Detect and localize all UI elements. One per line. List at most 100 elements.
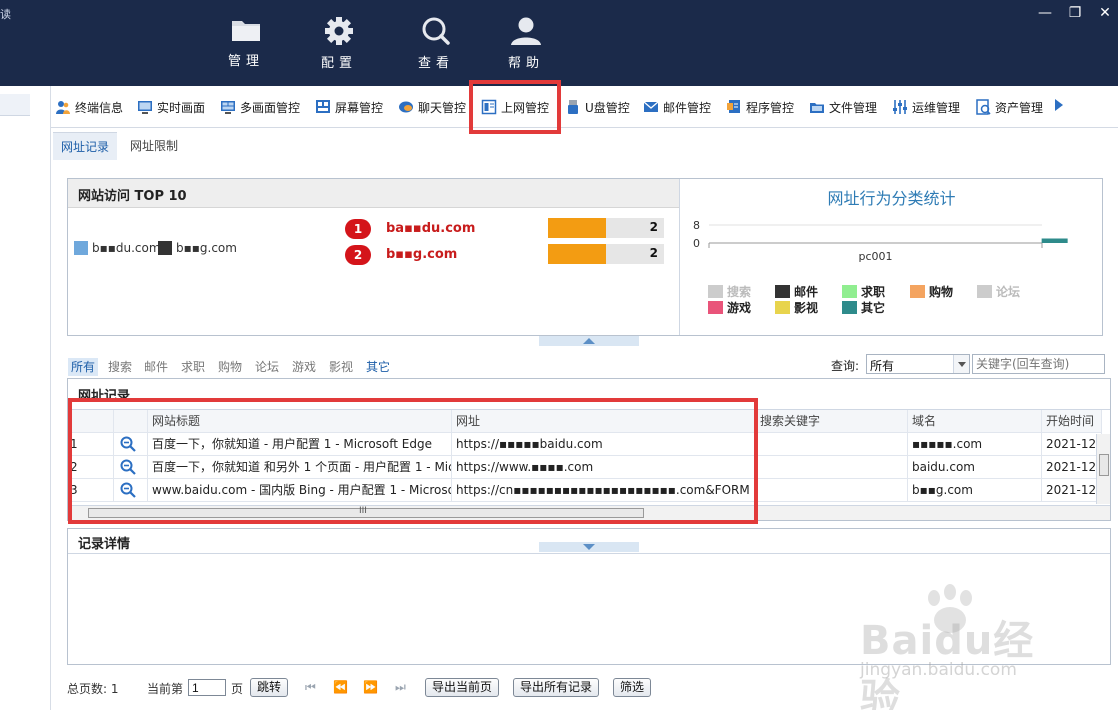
legend-swatch <box>74 241 88 255</box>
row-domain: baidu.com <box>908 456 1042 479</box>
minimize-icon[interactable]: — <box>1030 2 1060 24</box>
legend-swatch <box>842 301 857 314</box>
monitor-icon <box>138 101 152 114</box>
main-toolbar: 终端信息 实时画面 多画面管控 屏幕管控 聊天管控 上网管控 U盘管控 邮件管控… <box>51 86 1118 128</box>
row-action[interactable] <box>114 479 148 502</box>
rank-site[interactable]: b▪▪g.com <box>386 247 457 262</box>
top10-legend-item: b▪▪g.com <box>158 241 237 255</box>
users-icon <box>56 101 70 114</box>
top10-title: 网站访问 TOP 10 <box>68 179 679 208</box>
device-tree-pane <box>0 86 51 710</box>
help-label: 帮助 <box>507 56 544 71</box>
legend-label: 购物 <box>929 285 954 299</box>
col-header-start-time[interactable]: 开始时间 <box>1042 410 1102 433</box>
filter-forum[interactable]: 论坛 <box>252 358 282 376</box>
row-start-time: 2021-12- <box>1042 433 1102 456</box>
app-title-fragment: 读 <box>0 8 11 21</box>
zoom-in-icon[interactable] <box>120 459 136 475</box>
legend-label: b▪▪du.com <box>92 241 161 255</box>
filter-shopping[interactable]: 购物 <box>215 358 245 376</box>
tab-url-records[interactable]: 网址记录 <box>53 132 118 160</box>
restore-icon[interactable]: ❐ <box>1060 2 1090 24</box>
keyword-input[interactable] <box>972 354 1105 374</box>
toolbar-more-arrow-icon[interactable] <box>1055 99 1063 111</box>
toolbar-ops-management[interactable]: 运维管理 <box>892 96 960 118</box>
query-select[interactable]: 所有 <box>866 354 970 374</box>
multi-monitor-icon <box>221 101 235 114</box>
table-row[interactable]: 3 www.baidu.com - 国内版 Bing - 用户配置 1 - Mi… <box>68 479 1102 502</box>
row-action[interactable] <box>114 433 148 456</box>
config-button[interactable]: 配置 <box>303 16 375 76</box>
zoom-in-icon[interactable] <box>120 436 136 452</box>
chevron-down-icon[interactable] <box>953 355 969 373</box>
legend-label: b▪▪g.com <box>176 241 237 255</box>
col-header-domain[interactable]: 域名 <box>908 410 1042 433</box>
table-row[interactable]: 1 百度一下，你就知道 - 用户配置 1 - Microsoft Edge ht… <box>68 433 1102 456</box>
help-button[interactable]: 帮助 <box>490 16 562 76</box>
horizontal-scrollbar-thumb[interactable]: III <box>88 506 644 518</box>
horizontal-scrollbar[interactable]: III <box>68 505 1110 520</box>
view-button[interactable]: 查看 <box>400 16 472 76</box>
filter-button[interactable]: 筛选 <box>613 678 652 697</box>
filter-video[interactable]: 影视 <box>326 358 356 376</box>
export-all-button[interactable]: 导出所有记录 <box>513 678 600 697</box>
tab-url-restriction[interactable]: 网址限制 <box>122 132 186 160</box>
details-collapse-toggle[interactable] <box>539 542 639 552</box>
prev-page-icon[interactable]: ⏪ <box>333 680 348 694</box>
close-icon[interactable]: ✕ <box>1090 2 1118 24</box>
chevron-up-icon <box>583 338 595 344</box>
col-header-title[interactable]: 网站标题 <box>148 410 452 433</box>
query-select-value: 所有 <box>870 359 895 373</box>
device-tree-selected-item[interactable] <box>0 94 30 116</box>
col-header-action <box>114 410 148 433</box>
manage-button[interactable]: 管理 <box>210 16 282 76</box>
toolbar-asset-management[interactable]: 资产管理 <box>975 96 1043 118</box>
table-row[interactable]: 2 百度一下，你就知道 和另外 1 个页面 - 用户配置 1 - Mic htt… <box>68 456 1102 479</box>
legend-label: 搜索 <box>727 285 752 299</box>
mail-icon <box>643 101 659 112</box>
stats-collapse-toggle[interactable] <box>539 336 639 346</box>
toolbar-mail-control[interactable]: 邮件管控 <box>643 96 711 118</box>
files-icon <box>810 103 824 113</box>
row-action[interactable] <box>114 456 148 479</box>
page-number-input[interactable] <box>188 679 226 696</box>
toolbar-program-control[interactable]: 程序管控 <box>726 96 794 118</box>
vertical-scrollbar[interactable] <box>1096 434 1110 504</box>
zoom-in-icon[interactable] <box>120 482 136 498</box>
last-page-icon[interactable]: ⏭ <box>395 680 406 695</box>
asset-icon <box>976 99 991 115</box>
filter-job[interactable]: 求职 <box>178 358 208 376</box>
toolbar-terminal-info[interactable]: 终端信息 <box>55 96 123 118</box>
rank-badge: 2 <box>345 245 371 265</box>
filter-all[interactable]: 所有 <box>68 358 99 376</box>
filter-game[interactable]: 游戏 <box>289 358 319 376</box>
top10-legend-item: b▪▪du.com <box>74 241 161 255</box>
toolbar-multi-screen[interactable]: 多画面管控 <box>220 96 300 118</box>
first-page-icon[interactable]: ⏮ <box>305 680 316 695</box>
jump-button[interactable]: 跳转 <box>250 678 289 697</box>
category-legend-item: 搜索 <box>708 283 751 300</box>
filter-search[interactable]: 搜索 <box>105 358 135 376</box>
sliders-icon <box>893 100 907 114</box>
filter-mail[interactable]: 邮件 <box>141 358 171 376</box>
toolbar-usb-control[interactable]: U盘管控 <box>565 96 630 118</box>
col-header-url[interactable]: 网址 <box>452 410 756 433</box>
toolbar-file-management[interactable]: 文件管理 <box>809 96 877 118</box>
row-index: 2 <box>68 456 114 479</box>
chart-y-tick-label: 0 <box>693 237 700 250</box>
manage-label: 管理 <box>227 54 264 69</box>
rank-count: 2 <box>649 246 658 260</box>
toolbar-chat-control[interactable]: 聊天管控 <box>398 96 466 118</box>
row-title: 百度一下，你就知道 - 用户配置 1 - Microsoft Edge <box>148 433 452 456</box>
chart-bar <box>1041 238 1068 243</box>
next-page-icon[interactable]: ⏩ <box>363 680 378 694</box>
filter-other[interactable]: 其它 <box>363 358 393 376</box>
toolbar-live-screen[interactable]: 实时画面 <box>137 96 205 118</box>
rank-site[interactable]: ba▪▪du.com <box>386 221 475 236</box>
vertical-scrollbar-thumb[interactable] <box>1099 454 1109 476</box>
toolbar-screen-control[interactable]: 屏幕管控 <box>315 96 383 118</box>
col-header-keyword[interactable]: 搜索关键字 <box>756 410 908 433</box>
export-current-button[interactable]: 导出当前页 <box>425 678 500 697</box>
toolbar-web-control[interactable]: 上网管控 <box>481 96 549 118</box>
row-title: www.baidu.com - 国内版 Bing - 用户配置 1 - Micr… <box>148 479 452 502</box>
